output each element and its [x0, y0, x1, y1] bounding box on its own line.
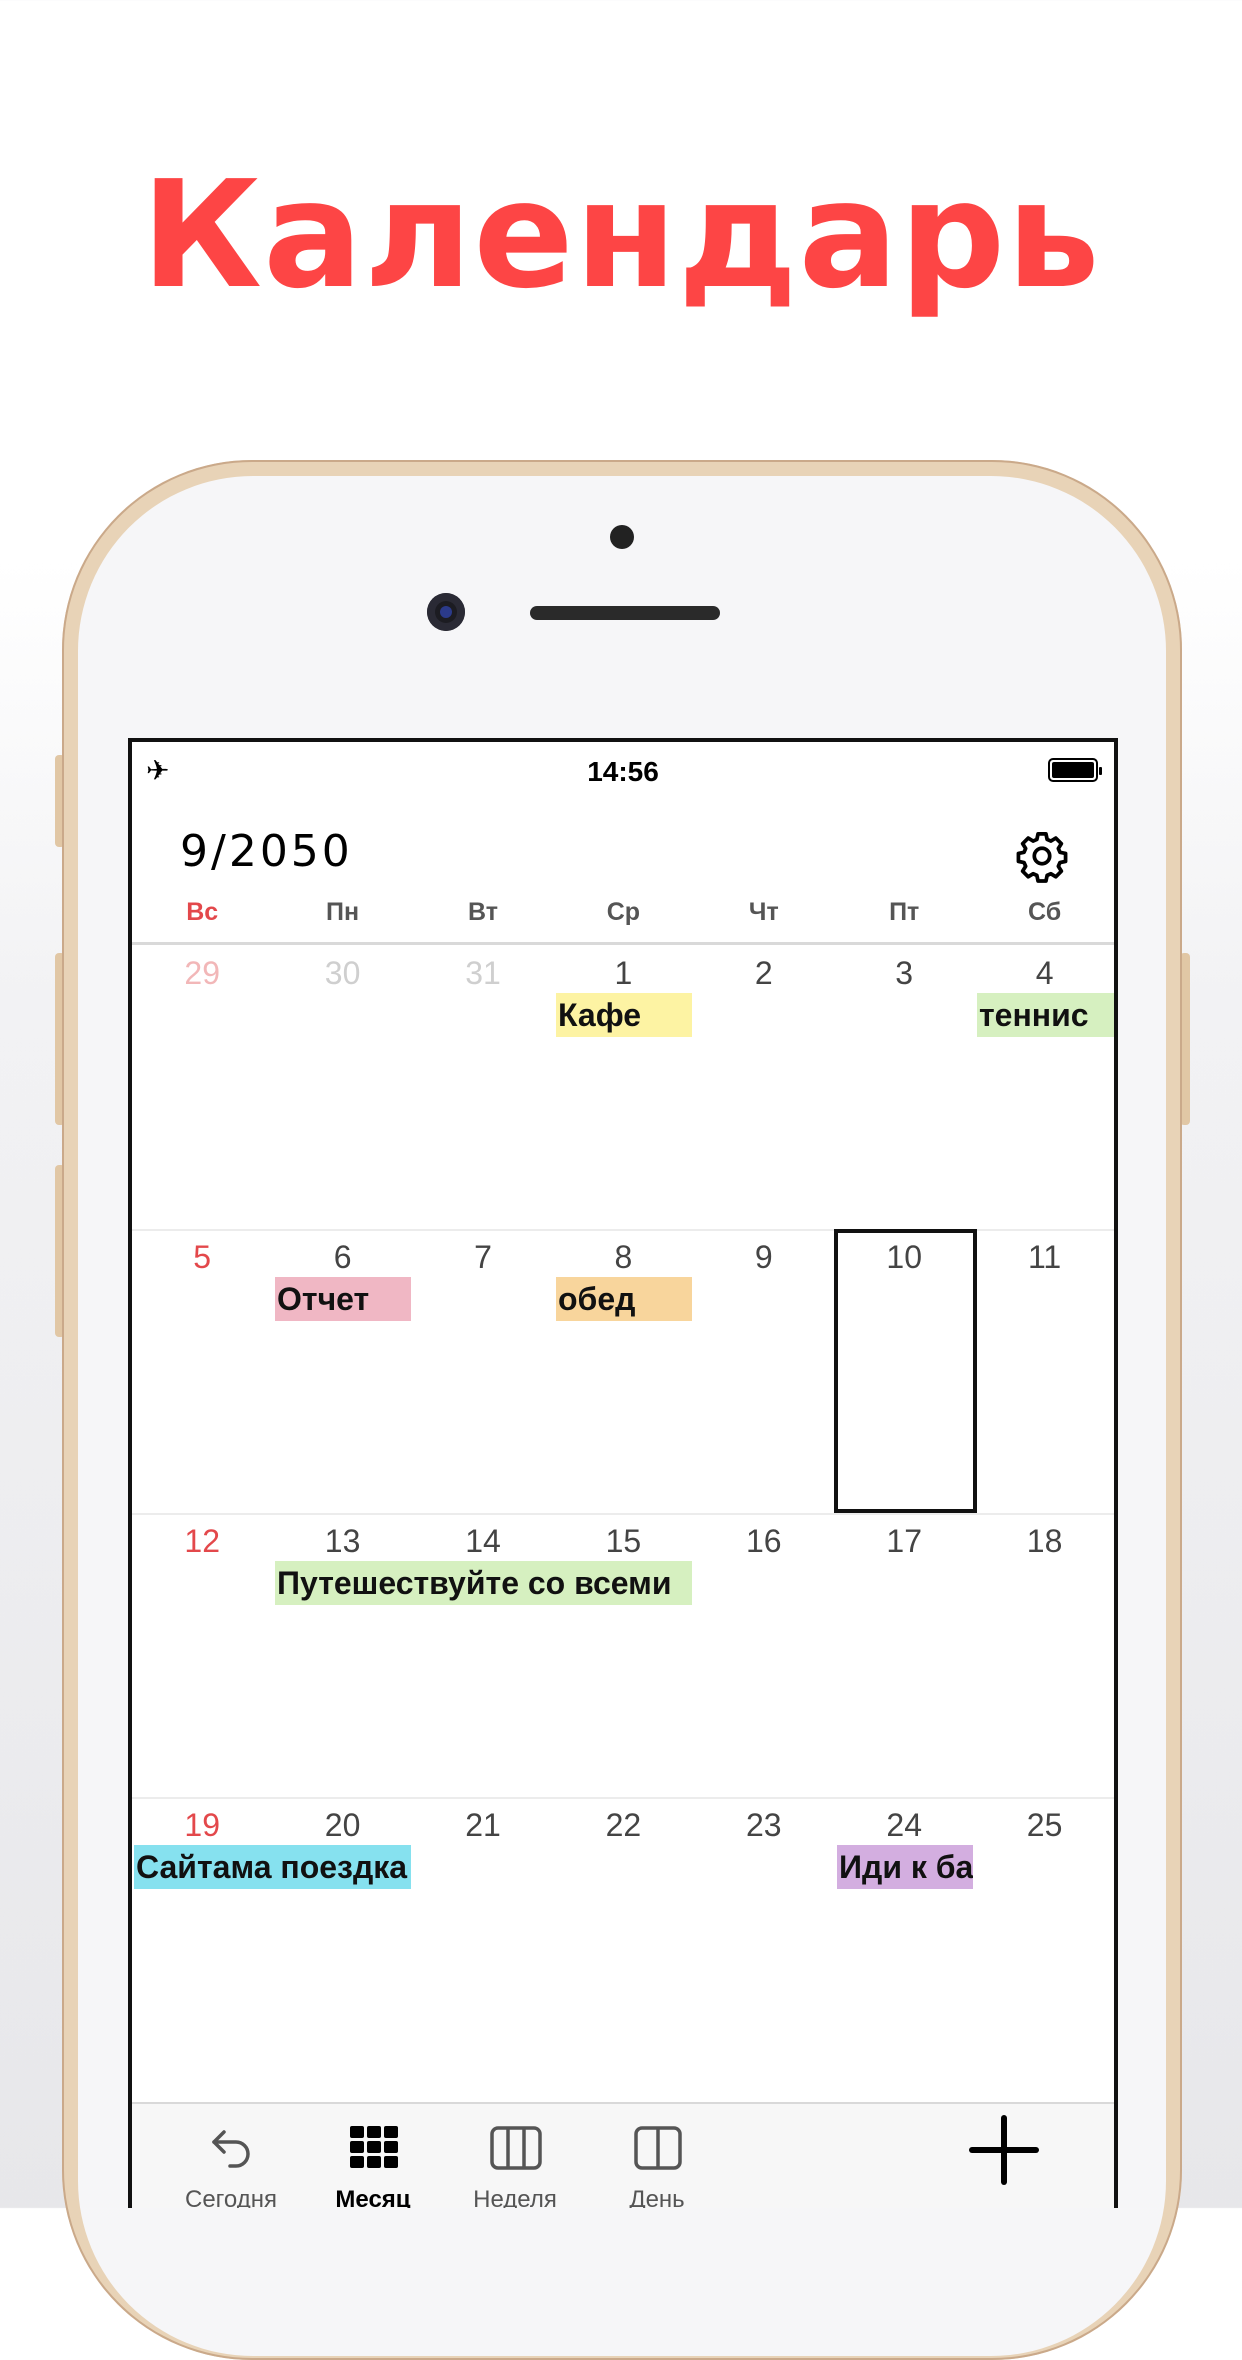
earpiece-speaker [530, 606, 720, 620]
app-screen: ✈ 14:56 9/2050 Вс Пн Вт Ср Чт Пт Сб 29 3… [128, 738, 1118, 2208]
week-columns-icon [490, 2126, 542, 2170]
status-time: 14:56 [587, 756, 659, 787]
month-grid-icon [350, 2126, 398, 2168]
plus-icon [969, 2115, 1039, 2185]
weekday-monday: Пн [326, 898, 360, 926]
day-cell[interactable]: 16 [694, 1523, 834, 1560]
week-row: 5 6 7 8 9 10 11 Отчет обед [132, 1229, 1114, 1515]
day-cell[interactable]: 4 [974, 955, 1114, 992]
day-columns-icon [634, 2126, 682, 2170]
undo-arrow-icon [212, 2130, 250, 2168]
battery-icon [1048, 758, 1102, 782]
week-row: 19 20 21 22 23 24 25 Сайтама поездка Иди… [132, 1797, 1114, 2081]
day-cell[interactable]: 31 [413, 955, 553, 992]
day-cell[interactable]: 9 [694, 1239, 834, 1276]
tab-day[interactable]: День [558, 2104, 756, 2208]
event-chip[interactable]: Иди к бабушке [837, 1845, 973, 1889]
weekday-wednesday: Ср [606, 898, 641, 926]
day-cell[interactable]: 8 [553, 1239, 693, 1276]
day-cell[interactable]: 24 [834, 1807, 974, 1844]
day-cell[interactable]: 19 [132, 1807, 272, 1844]
selected-day-outline[interactable] [834, 1229, 977, 1513]
event-chip[interactable]: теннис [977, 993, 1114, 1037]
day-cell[interactable]: 29 [132, 955, 272, 992]
weekday-sunday: Вс [186, 898, 219, 926]
day-cell[interactable]: 30 [272, 955, 412, 992]
event-chip[interactable]: Кафе [556, 993, 692, 1037]
day-cell[interactable]: 11 [974, 1239, 1114, 1276]
day-cell[interactable]: 3 [834, 955, 974, 992]
event-chip[interactable]: Отчет [275, 1277, 411, 1321]
tab-bar: Сегодня Месяц Неделя День [132, 2102, 1114, 2208]
gear-icon[interactable] [1014, 828, 1070, 884]
week-row: 12 13 14 15 16 17 18 Путешествуйте со вс… [132, 1513, 1114, 1799]
weekday-friday: Пт [889, 898, 920, 926]
day-cell[interactable]: 22 [553, 1807, 693, 1844]
day-cell[interactable]: 15 [553, 1523, 693, 1560]
event-chip[interactable]: Путешествуйте со всеми [275, 1561, 692, 1605]
day-cell[interactable]: 12 [132, 1523, 272, 1560]
event-chip[interactable]: Сайтама поездка [134, 1845, 411, 1889]
week-row: 29 30 31 1 2 3 4 Кафе теннис [132, 945, 1114, 1231]
event-chip[interactable]: обед [556, 1277, 692, 1321]
front-sensor [610, 525, 634, 549]
day-cell[interactable]: 23 [694, 1807, 834, 1844]
day-cell[interactable]: 2 [694, 955, 834, 992]
day-cell[interactable]: 17 [834, 1523, 974, 1560]
weekday-saturday: Сб [1028, 898, 1062, 926]
promo-title: Календарь [141, 149, 1101, 321]
status-bar: ✈ 14:56 [132, 742, 1114, 790]
front-camera-icon [427, 593, 465, 631]
month-title[interactable]: 9/2050 [180, 826, 353, 877]
day-cell[interactable]: 5 [132, 1239, 272, 1276]
tab-day-label: День [629, 2186, 685, 2208]
day-cell[interactable]: 7 [413, 1239, 553, 1276]
add-event-button[interactable] [908, 2104, 1106, 2208]
day-cell[interactable]: 14 [413, 1523, 553, 1560]
day-cell[interactable]: 18 [974, 1523, 1114, 1560]
day-cell[interactable]: 20 [272, 1807, 412, 1844]
day-cell[interactable]: 21 [413, 1807, 553, 1844]
weekday-header: Вс Пн Вт Ср Чт Пт Сб [132, 892, 1114, 945]
weekday-thursday: Чт [748, 898, 779, 926]
day-cell[interactable]: 1 [553, 955, 693, 992]
day-cell[interactable]: 6 [272, 1239, 412, 1276]
day-cell[interactable]: 13 [272, 1523, 412, 1560]
weekday-tuesday: Вт [468, 898, 498, 926]
day-cell[interactable]: 25 [974, 1807, 1114, 1844]
